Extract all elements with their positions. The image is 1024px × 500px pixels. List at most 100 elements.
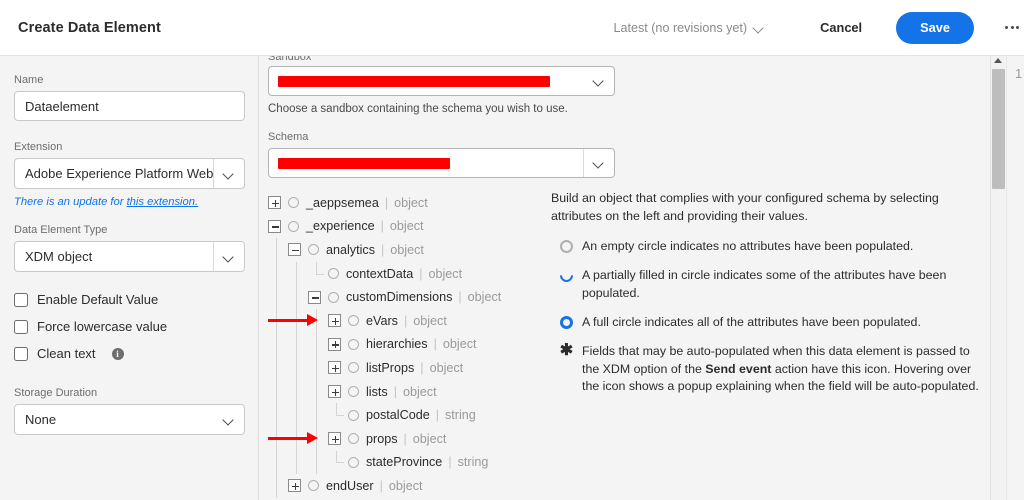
tree-row[interactable]: props | object (268, 426, 990, 451)
legend-item-empty: An empty circle indicates no attributes … (551, 238, 986, 256)
tree-leaf-connector (328, 403, 348, 427)
schema-redacted-value (278, 157, 450, 169)
tree-indent-guide (268, 285, 288, 309)
tree-node-separator: | (419, 266, 423, 281)
expand-node-button[interactable] (328, 314, 341, 328)
tree-indent-guide (308, 426, 328, 451)
tree-indent-guide (288, 356, 308, 380)
collapse-node-button[interactable] (268, 219, 281, 233)
more-horizontal-icon (1005, 26, 1019, 29)
tree-indent-guide (288, 285, 308, 309)
sandbox-select[interactable] (268, 66, 615, 96)
save-button[interactable]: Save (896, 11, 974, 44)
tree-indent-guide (308, 403, 328, 427)
expand-node-button[interactable] (328, 385, 341, 399)
data-element-type-select[interactable]: XDM object (14, 241, 245, 272)
partial-circle-icon (551, 266, 582, 303)
scroll-up-arrow-icon[interactable] (994, 58, 1002, 63)
node-population-circle-icon[interactable] (348, 315, 359, 327)
node-population-circle-icon[interactable] (328, 268, 339, 280)
checkbox-icon (14, 292, 28, 307)
legend-label: An empty circle indicates no attributes … (582, 239, 914, 254)
node-population-circle-icon[interactable] (348, 338, 359, 350)
name-input[interactable] (14, 91, 245, 121)
node-population-circle-icon[interactable] (288, 197, 299, 209)
storage-duration-label: Storage Duration (14, 387, 98, 399)
tree-indent-guide (288, 403, 308, 427)
tree-node-type: object (389, 219, 424, 234)
tree-node-name: props (366, 431, 398, 446)
data-element-type-label: Data Element Type (14, 224, 108, 236)
tree-node-name: postalCode (366, 408, 430, 423)
tree-indent-guide (308, 332, 328, 357)
node-population-circle-icon[interactable] (348, 409, 359, 421)
tree-node-name: listProps (366, 360, 415, 375)
chevron-down-icon (213, 242, 244, 271)
checkbox-label: Clean text (37, 346, 96, 361)
storage-duration-selected-value: None (25, 412, 57, 427)
sandbox-redacted-value (278, 75, 550, 87)
tree-indent-guide (288, 450, 308, 475)
node-population-circle-icon[interactable] (308, 244, 319, 256)
schema-select[interactable] (268, 148, 615, 178)
tree-node-separator: | (403, 431, 407, 446)
revision-selector[interactable]: Latest (no revisions yet) (613, 21, 764, 35)
tree-row[interactable]: stateProvince | string (268, 450, 990, 475)
tree-node-name: _aeppsemea (306, 195, 379, 210)
tree-indent-guide (308, 308, 328, 333)
node-population-circle-icon[interactable] (328, 291, 339, 303)
enable-default-value-checkbox[interactable]: Enable Default Value (14, 292, 244, 307)
tree-node-separator: | (403, 313, 408, 328)
tree-node-separator: | (433, 337, 437, 352)
clipped-edge-text: 1 (1015, 66, 1023, 81)
collapse-node-button[interactable] (288, 243, 301, 257)
tree-node-type: object (428, 266, 463, 281)
tree-node-separator: | (435, 408, 439, 423)
node-population-circle-icon[interactable] (308, 480, 319, 492)
sandbox-label: Sandbox (268, 56, 311, 60)
expand-node-button[interactable] (328, 361, 341, 375)
node-population-circle-icon[interactable] (348, 433, 359, 445)
tree-node-separator: | (458, 290, 462, 305)
this-extension-link[interactable]: this extension. (127, 196, 199, 208)
tree-indent-guide (268, 308, 288, 333)
vertical-scrollbar[interactable] (990, 56, 1005, 500)
checkbox-label: Enable Default Value (37, 292, 159, 307)
tree-indent-guide (308, 450, 328, 475)
tree-row[interactable]: endUser | object (268, 474, 990, 498)
tree-indent-guide (288, 261, 308, 286)
node-population-circle-icon[interactable] (348, 456, 359, 468)
legend-label: A partially filled in circle indicates s… (582, 268, 947, 300)
tree-indent-guide (308, 356, 328, 380)
tree-indent-guide (268, 332, 288, 357)
tree-node-separator: | (379, 478, 383, 493)
info-icon[interactable]: i (111, 347, 124, 360)
force-lowercase-value-checkbox[interactable]: Force lowercase value (14, 319, 244, 334)
expand-node-button[interactable] (328, 432, 341, 446)
expand-node-button[interactable] (288, 479, 301, 493)
extension-select[interactable]: Adobe Experience Platform Web SDK (14, 158, 245, 189)
node-population-circle-icon[interactable] (348, 386, 359, 398)
cancel-button[interactable]: Cancel (810, 12, 872, 43)
tree-node-type: object (429, 360, 464, 375)
node-population-circle-icon[interactable] (348, 362, 359, 374)
checkbox-label: Force lowercase value (37, 319, 168, 334)
tree-node-separator: | (384, 195, 389, 210)
tree-indent-guide (268, 474, 288, 498)
tree-node-name: customDimensions (346, 290, 453, 305)
tree-node-type: object (402, 384, 437, 399)
more-options-button[interactable] (1000, 16, 1024, 40)
tree-indent-guide (268, 426, 288, 451)
empty-circle-icon (551, 238, 582, 256)
storage-duration-select[interactable]: None (14, 404, 245, 435)
expand-node-button[interactable] (268, 196, 281, 210)
expand-node-button[interactable] (328, 337, 341, 351)
clean-text-checkbox[interactable]: Clean text i (14, 346, 244, 361)
tree-node-name: hierarchies (366, 337, 428, 352)
tree-node-separator: | (448, 455, 452, 470)
collapse-node-button[interactable] (308, 290, 321, 304)
tree-node-name: lists (366, 384, 388, 399)
node-population-circle-icon[interactable] (288, 220, 299, 232)
checkbox-icon (14, 346, 28, 361)
scrollbar-thumb[interactable] (992, 69, 1005, 189)
